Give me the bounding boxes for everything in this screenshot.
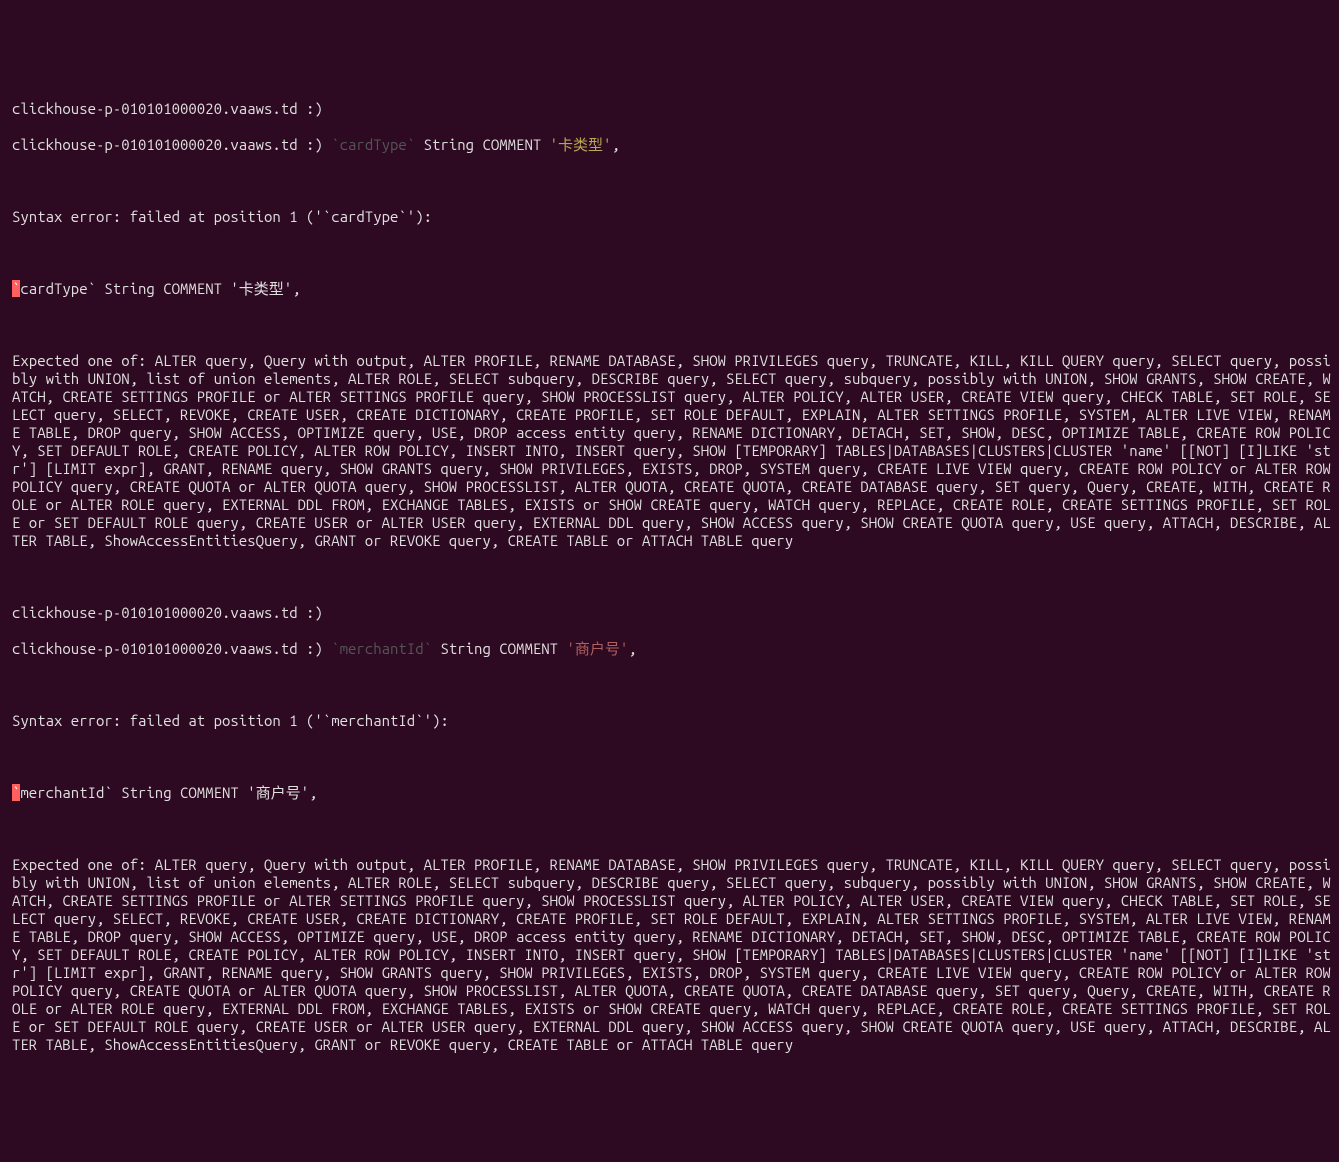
echo-line-2: `merchantId` String COMMENT '商户号',	[12, 784, 1335, 802]
syntax-error-2: Syntax error: failed at position 1 ('`me…	[12, 712, 1335, 730]
blank-5	[12, 676, 1335, 694]
terminal-output[interactable]: clickhouse-p-010101000020.vaaws.td :) cl…	[12, 82, 1335, 1072]
blank-1	[12, 172, 1335, 190]
input-line-2: clickhouse-p-010101000020.vaaws.td :) `m…	[12, 640, 1335, 658]
blank-7	[12, 820, 1335, 838]
blank-4	[12, 568, 1335, 586]
expected-block-1: Expected one of: ALTER query, Query with…	[12, 352, 1335, 550]
expected-block-2: Expected one of: ALTER query, Query with…	[12, 856, 1335, 1054]
blank-6	[12, 748, 1335, 766]
prompt-line-1: clickhouse-p-010101000020.vaaws.td :)	[12, 100, 1335, 118]
blank-3	[12, 316, 1335, 334]
prompt-line-2: clickhouse-p-010101000020.vaaws.td :)	[12, 604, 1335, 622]
syntax-error-1: Syntax error: failed at position 1 ('`ca…	[12, 208, 1335, 226]
input-line-1: clickhouse-p-010101000020.vaaws.td :) `c…	[12, 136, 1335, 154]
echo-line-1: `cardType` String COMMENT '卡类型',	[12, 280, 1335, 298]
blank-2	[12, 244, 1335, 262]
